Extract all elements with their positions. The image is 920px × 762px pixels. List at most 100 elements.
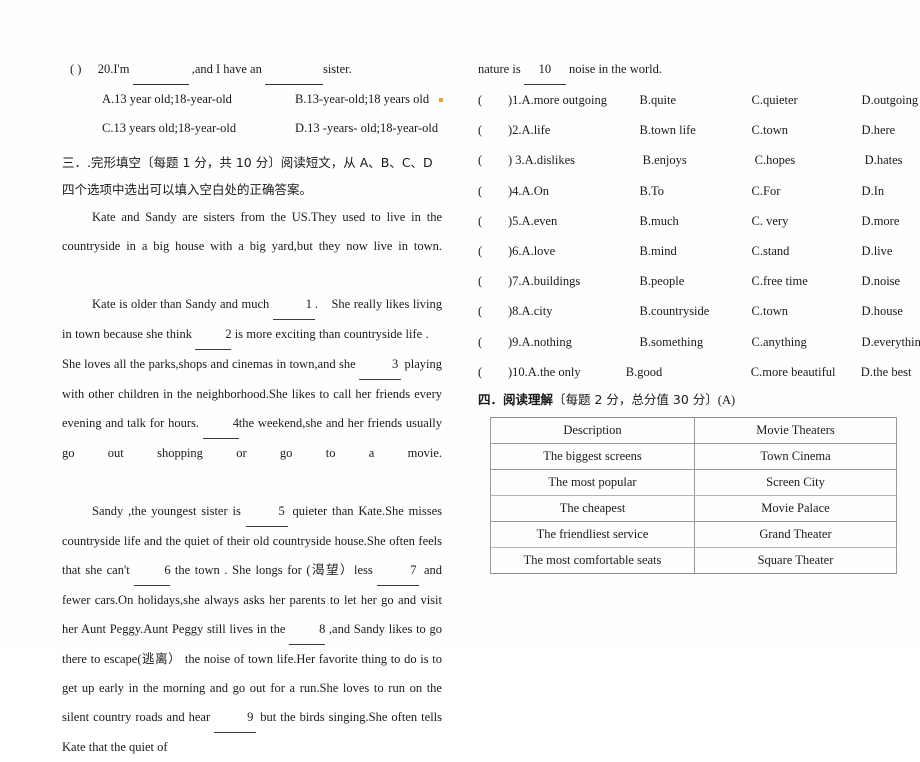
answer-bracket[interactable]: (: [478, 85, 508, 115]
passage-tail-t2: noise in the world.: [568, 62, 662, 76]
table-row: The most popular Screen City: [490, 469, 897, 497]
passage-p3-t1: Sandy ,the youngest sister is: [92, 504, 241, 518]
cloze-option-d[interactable]: D.In: [862, 184, 885, 198]
table-cell: Screen City: [694, 469, 897, 497]
table-row: The friendliest service Grand Theater: [490, 521, 897, 549]
table-cell: Town Cinema: [694, 443, 897, 471]
cloze-question-row: ()1.A.more outgoing B.quite C.quieter D.out…: [478, 85, 918, 115]
cloze-option-c[interactable]: C.anything: [752, 327, 862, 357]
table-cell: Square Theater: [694, 547, 897, 575]
cloze-option-b[interactable]: B.quite: [640, 85, 752, 115]
table-cell: The most comfortable seats: [490, 547, 695, 575]
cloze-option-b[interactable]: B.something: [640, 327, 752, 357]
cloze-blank-5[interactable]: 5: [245, 497, 288, 527]
cloze-option-a[interactable]: A.On: [522, 176, 640, 206]
cloze-option-d[interactable]: D.hates: [865, 153, 903, 167]
cloze-option-a[interactable]: A.nothing: [522, 327, 640, 357]
cloze-option-b[interactable]: B.good: [626, 357, 751, 387]
cloze-option-c[interactable]: C.town: [752, 296, 862, 326]
cloze-option-b[interactable]: B.people: [640, 266, 752, 296]
cloze-blank-10[interactable]: 10: [523, 55, 566, 85]
cloze-blank-2[interactable]: 2: [195, 320, 232, 350]
cloze-question-row: ()7.A.buildings B.people C.free time D.nois…: [478, 266, 900, 296]
cloze-option-c[interactable]: C.For: [752, 176, 862, 206]
cloze-option-c[interactable]: C.free time: [752, 266, 862, 296]
cloze-blank-6[interactable]: 6: [134, 556, 171, 586]
answer-bracket-close: )5.: [508, 213, 522, 228]
cloze-option-b[interactable]: B.town life: [640, 115, 752, 145]
cloze-option-d[interactable]: D.live: [862, 244, 893, 258]
cloze-option-a[interactable]: A.buildings: [522, 266, 640, 296]
answer-bracket-close: )10.: [508, 364, 528, 379]
table-row: The biggest screens Town Cinema: [490, 443, 897, 471]
cloze-question-row: ()5.A.even B.much C. very D.more: [478, 206, 899, 236]
cloze-option-b[interactable]: B.much: [640, 206, 752, 236]
orange-dot-mark: [439, 98, 444, 102]
answer-bracket-close: )4.: [508, 183, 522, 198]
cloze-blank-7[interactable]: 7: [377, 556, 420, 586]
answer-bracket[interactable]: (: [478, 327, 508, 357]
cloze-option-c[interactable]: C. very: [752, 206, 862, 236]
cloze-passage: Kate and Sandy are sisters from the US.T…: [62, 203, 442, 762]
cloze-option-d[interactable]: D.more: [862, 214, 900, 228]
option-c[interactable]: C.13 years old;18-year-old: [102, 114, 295, 143]
answer-bracket[interactable]: (: [478, 236, 508, 266]
cloze-blank-8[interactable]: 8: [289, 615, 325, 645]
cloze-option-d[interactable]: D.everything: [862, 335, 920, 349]
option-b[interactable]: B.13-year-old;18 years old: [295, 85, 429, 114]
cloze-option-c[interactable]: C.hopes: [755, 145, 865, 175]
cloze-option-a[interactable]: A.more outgoing: [522, 85, 640, 115]
cloze-option-b[interactable]: B.To: [640, 176, 752, 206]
cloze-option-b[interactable]: B.countryside: [640, 296, 752, 326]
answer-bracket[interactable]: (: [478, 115, 508, 145]
question-20-blank-2[interactable]: [264, 55, 323, 85]
question-20-options-row-1: A.13 year old;18-year-old B.13-year-old;1…: [62, 85, 444, 114]
exam-page: ( ) 20.I'm ,and I have an sister. A.13 y…: [0, 0, 920, 754]
cloze-option-c[interactable]: C.stand: [752, 236, 862, 266]
cloze-option-a[interactable]: A.dislikes: [525, 145, 643, 175]
cloze-blank-9[interactable]: 9: [214, 703, 257, 733]
answer-bracket-close: ) 3.: [508, 153, 525, 168]
cloze-option-d[interactable]: D.house: [862, 304, 903, 318]
question-20-stem: ( ) 20.I'm ,and I have an sister.: [62, 55, 442, 85]
cloze-option-a[interactable]: A.life: [522, 115, 640, 145]
table-row: The most comfortable seats Square Theater: [490, 547, 897, 575]
answer-bracket[interactable]: (: [478, 296, 508, 326]
cloze-option-c[interactable]: C.town: [752, 115, 862, 145]
answer-bracket[interactable]: (: [478, 357, 508, 387]
answer-bracket-20[interactable]: ( ): [70, 62, 81, 76]
answer-bracket[interactable]: (: [478, 206, 508, 236]
table-cell: The most popular: [490, 469, 695, 497]
cloze-option-d[interactable]: D.noise: [862, 274, 901, 288]
answer-bracket[interactable]: (: [478, 266, 508, 296]
option-d[interactable]: D.13 -years- old;18-year-old: [295, 114, 438, 143]
cloze-option-d[interactable]: D.here: [862, 123, 896, 137]
answer-bracket-close: )7.: [508, 274, 522, 289]
cloze-blank-4[interactable]: 4: [202, 409, 239, 439]
passage-paragraph-1: Kate and Sandy are sisters from the US.T…: [62, 203, 442, 290]
cloze-option-a[interactable]: A.even: [522, 206, 640, 236]
cloze-question-row: ()2.A.life B.town life C.town D.here: [478, 115, 895, 145]
cloze-option-b[interactable]: B.mind: [640, 236, 752, 266]
cloze-options-list: ()1.A.more outgoing B.quite C.quieter D.out…: [478, 85, 920, 387]
answer-bracket-close: )1.: [508, 93, 522, 107]
cloze-option-a[interactable]: A.the only: [528, 357, 626, 387]
question-20-blank-1[interactable]: [132, 55, 189, 85]
cloze-blank-3[interactable]: 3: [359, 350, 402, 380]
cloze-option-d[interactable]: D.outgoing: [862, 93, 919, 107]
cloze-option-d[interactable]: D.the best: [861, 365, 912, 379]
cloze-option-c[interactable]: C.quieter: [752, 85, 862, 115]
cloze-option-a[interactable]: A.love: [522, 236, 640, 266]
cloze-blank-1[interactable]: 1: [272, 290, 315, 320]
passage-p3-t3: the town . She longs for (渴望）less: [174, 563, 373, 577]
table-cell: The friendliest service: [490, 521, 695, 549]
cloze-option-a[interactable]: A.city: [522, 296, 640, 326]
answer-bracket[interactable]: (: [478, 145, 508, 175]
option-a[interactable]: A.13 year old;18-year-old: [102, 85, 295, 114]
cloze-question-row: ()9.A.nothing B.something C.anything D.ever…: [478, 327, 920, 357]
cloze-option-b[interactable]: B.enjoys: [643, 145, 755, 175]
table-cell: The biggest screens: [490, 443, 695, 471]
section-4-note: 〔每题 2 分，总分值 30 分〕: [553, 392, 718, 408]
cloze-option-c[interactable]: C.more beautiful: [751, 357, 861, 387]
answer-bracket[interactable]: (: [478, 176, 508, 206]
